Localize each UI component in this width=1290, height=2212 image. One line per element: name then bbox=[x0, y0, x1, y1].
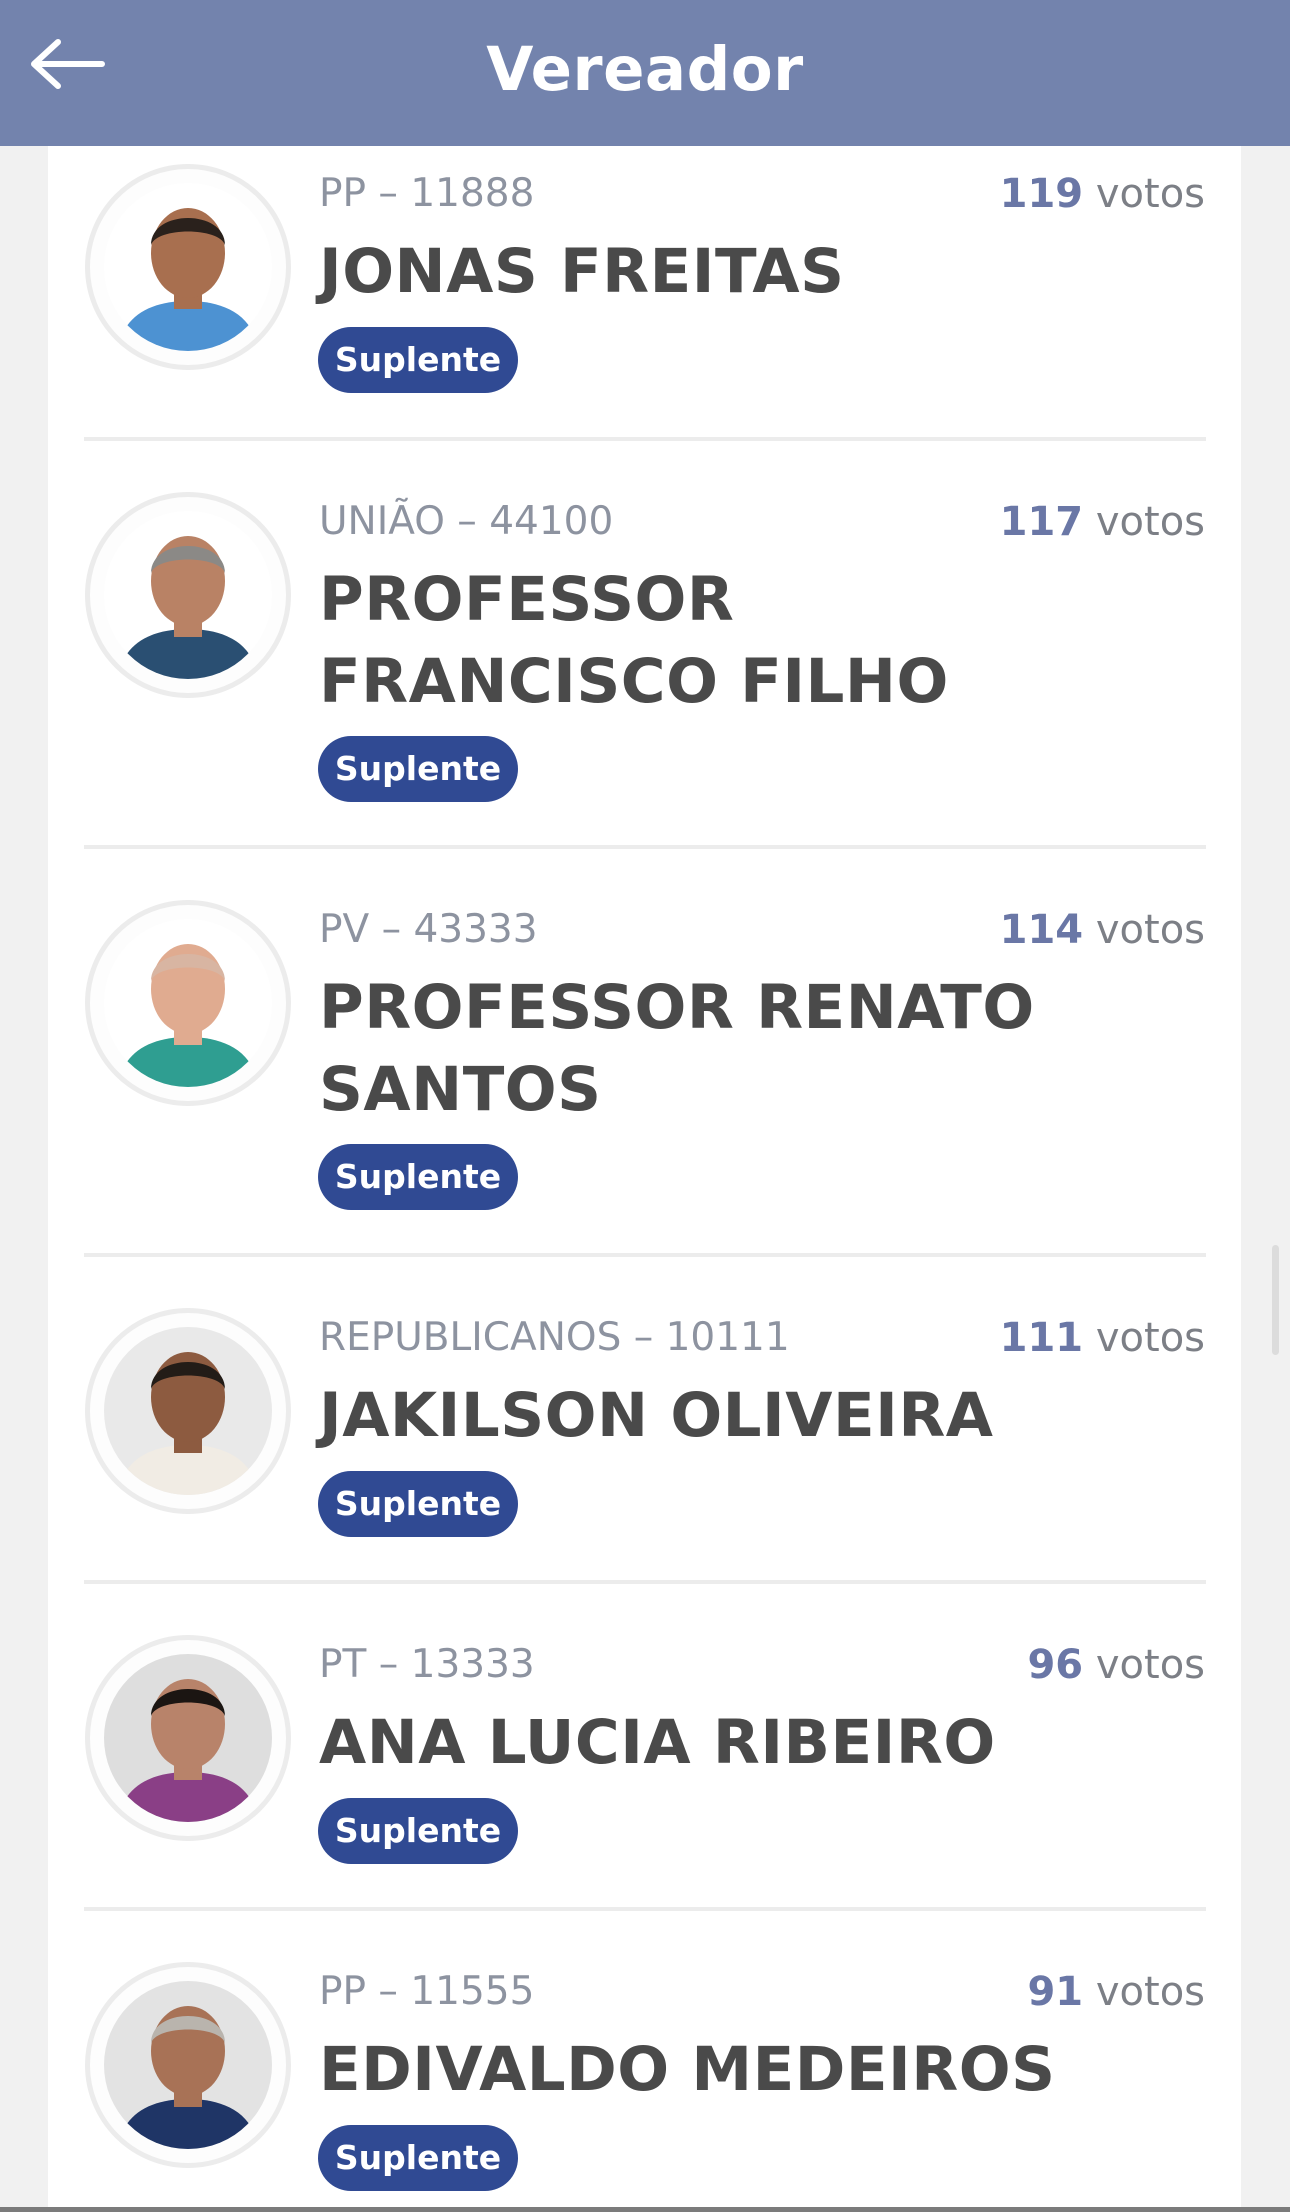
party-number: PP – 11555 bbox=[319, 1969, 535, 2014]
vote-count: 111 votos bbox=[999, 1315, 1205, 1361]
app-header: Vereador bbox=[0, 0, 1290, 146]
status-badge: Suplente bbox=[318, 327, 518, 393]
candidate-row[interactable]: PV – 43333 114 votos PROFESSOR RENATO SA… bbox=[48, 849, 1241, 1257]
candidate-row[interactable]: REPUBLICANOS – 10111 111 votos JAKILSON … bbox=[48, 1257, 1241, 1584]
avatar bbox=[85, 492, 291, 698]
party-number: PV – 43333 bbox=[319, 907, 538, 952]
candidate-photo bbox=[104, 511, 272, 679]
candidate-photo bbox=[104, 1327, 272, 1495]
candidate-row[interactable]: PT – 13333 96 votos ANA LUCIA RIBEIRO Su… bbox=[48, 1584, 1241, 1911]
candidate-list: PP – 11888 119 votos JONAS FREITAS Suple… bbox=[48, 146, 1241, 2212]
scrollbar[interactable] bbox=[1272, 1245, 1279, 1355]
status-badge: Suplente bbox=[318, 736, 518, 802]
candidate-name: PROFESSOR FRANCISCO FILHO bbox=[319, 564, 949, 717]
status-badge: Suplente bbox=[318, 1471, 518, 1537]
candidate-name: ANA LUCIA RIBEIRO bbox=[319, 1707, 996, 1778]
candidate-photo bbox=[104, 1981, 272, 2149]
candidate-photo bbox=[104, 183, 272, 351]
vote-count: 91 votos bbox=[1027, 1969, 1205, 2015]
avatar bbox=[85, 1962, 291, 2168]
party-number: PP – 11888 bbox=[319, 171, 535, 216]
vote-count: 119 votos bbox=[999, 171, 1205, 217]
party-number: REPUBLICANOS – 10111 bbox=[319, 1315, 790, 1360]
candidate-name: JAKILSON OLIVEIRA bbox=[319, 1380, 994, 1451]
vote-count: 114 votos bbox=[999, 907, 1205, 953]
candidate-row[interactable]: UNIÃO – 44100 117 votos PROFESSOR FRANCI… bbox=[48, 441, 1241, 849]
page-title: Vereador bbox=[486, 34, 804, 105]
vote-count: 96 votos bbox=[1027, 1642, 1205, 1688]
avatar bbox=[85, 900, 291, 1106]
status-badge: Suplente bbox=[318, 1798, 518, 1864]
avatar bbox=[85, 164, 291, 370]
status-badge: Suplente bbox=[318, 1144, 518, 1210]
party-number: PT – 13333 bbox=[319, 1642, 535, 1687]
candidate-name: JONAS FREITAS bbox=[319, 236, 845, 307]
candidate-name: EDIVALDO MEDEIROS bbox=[319, 2034, 1056, 2105]
vote-count: 117 votos bbox=[999, 499, 1205, 545]
party-number: UNIÃO – 44100 bbox=[319, 499, 614, 544]
avatar bbox=[85, 1635, 291, 1841]
avatar bbox=[85, 1308, 291, 1514]
candidate-name: PROFESSOR RENATO SANTOS bbox=[319, 972, 1035, 1125]
candidate-photo bbox=[104, 1654, 272, 1822]
candidate-row[interactable]: PP – 11888 119 votos JONAS FREITAS Suple… bbox=[48, 146, 1241, 441]
status-badge: Suplente bbox=[318, 2125, 518, 2191]
candidate-row[interactable]: PP – 11555 91 votos EDIVALDO MEDEIROS Su… bbox=[48, 1911, 1241, 2212]
candidate-photo bbox=[104, 919, 272, 1087]
bottom-edge bbox=[0, 2207, 1290, 2212]
